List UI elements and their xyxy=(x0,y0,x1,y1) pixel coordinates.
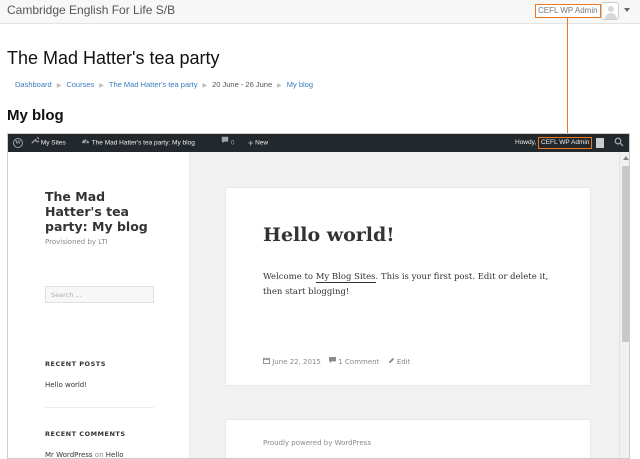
comment-author-link[interactable]: Mr WordPress xyxy=(45,451,93,458)
dashboard-icon xyxy=(81,134,90,152)
scroll-thumb[interactable] xyxy=(622,166,629,342)
wp-admin-bar: W My Sites The Mad Hatter's tea party: M… xyxy=(8,134,629,152)
search-input[interactable]: Search … xyxy=(45,286,154,303)
wordpress-logo-icon[interactable]: W xyxy=(13,138,23,148)
post-content: Welcome to My Blog Sites. This is your f… xyxy=(263,272,549,297)
account-name: CEFL WP Admin xyxy=(538,137,593,149)
recent-post-link[interactable]: Hello world! xyxy=(45,380,87,391)
breadcrumb-separator-icon: ▶ xyxy=(277,83,282,89)
comments-menu[interactable]: 0 xyxy=(221,134,234,152)
plus-icon: + xyxy=(248,138,254,148)
new-content-menu[interactable]: + New xyxy=(248,134,268,152)
user-menu-name[interactable]: CEFL WP Admin xyxy=(535,4,601,18)
site-description: Provisioned by LTI xyxy=(45,238,108,246)
scroll-up-icon[interactable] xyxy=(623,156,629,160)
post-article: Hello world! Welcome to My Blog Sites. T… xyxy=(226,188,590,385)
comment-bubble-icon xyxy=(221,134,229,152)
wordpress-frame: W My Sites The Mad Hatter's tea party: M… xyxy=(7,133,630,459)
my-sites-menu[interactable]: My Sites xyxy=(31,134,66,152)
chevron-down-icon[interactable] xyxy=(624,8,630,12)
breadcrumb-separator-icon: ▶ xyxy=(56,83,62,89)
comment-on-label: on xyxy=(94,451,104,459)
calendar-icon xyxy=(263,357,272,366)
site-name-menu[interactable]: The Mad Hatter's tea party: My blog xyxy=(81,134,195,152)
comment-icon xyxy=(329,357,338,366)
post-edit-link[interactable]: Edit xyxy=(388,357,410,366)
recent-posts-title: RECENT POSTS xyxy=(45,360,106,368)
widget-divider xyxy=(45,407,154,408)
top-navbar: Cambridge English For Life S/B CEFL WP A… xyxy=(0,0,640,24)
recent-comments-title: RECENT COMMENTS xyxy=(45,430,126,438)
breadcrumb-week: 20 June - 26 June xyxy=(212,80,273,89)
recent-comment-item: Mr WordPress on Hello world! xyxy=(45,450,145,459)
breadcrumb-courses[interactable]: Courses xyxy=(66,80,94,89)
block-heading: My blog xyxy=(7,107,64,124)
search-icon[interactable] xyxy=(614,137,624,147)
pencil-icon xyxy=(388,357,397,366)
frame-scrollbar[interactable] xyxy=(619,152,629,458)
post-title[interactable]: Hello world! xyxy=(263,224,395,246)
my-blog-sites-link[interactable]: My Blog Sites xyxy=(315,272,376,283)
wrench-icon xyxy=(31,134,41,152)
site-brand-link[interactable]: Cambridge English For Life S/B xyxy=(7,3,175,17)
site-title[interactable]: The Mad Hatter's tea party: My blog xyxy=(45,189,155,234)
account-menu[interactable]: Howdy, CEFL WP Admin xyxy=(515,134,593,152)
breadcrumb: Dashboard ▶ Courses ▶ The Mad Hatter's tea p… xyxy=(15,80,313,89)
page-title: The Mad Hatter's tea party xyxy=(7,48,220,68)
post-date[interactable]: June 22, 2015 xyxy=(263,357,323,366)
account-avatar[interactable] xyxy=(596,138,604,148)
user-avatar[interactable] xyxy=(601,2,619,20)
powered-by-link[interactable]: Proudly powered by WordPress xyxy=(263,439,371,447)
wp-sidebar: The Mad Hatter's tea party: My blog Prov… xyxy=(8,152,189,459)
site-footer: Proudly powered by WordPress xyxy=(226,420,590,458)
breadcrumb-separator-icon: ▶ xyxy=(99,83,104,89)
breadcrumb-dashboard[interactable]: Dashboard xyxy=(15,80,52,89)
post-meta: June 22, 2015 1 Comment Edit xyxy=(263,357,416,366)
post-comments-link[interactable]: 1 Comment xyxy=(329,357,381,366)
breadcrumb-separator-icon: ▶ xyxy=(202,83,208,89)
highlight-connector-line xyxy=(567,18,568,137)
breadcrumb-course[interactable]: The Mad Hatter's tea party xyxy=(109,80,198,89)
breadcrumb-my-blog[interactable]: My blog xyxy=(287,80,313,89)
